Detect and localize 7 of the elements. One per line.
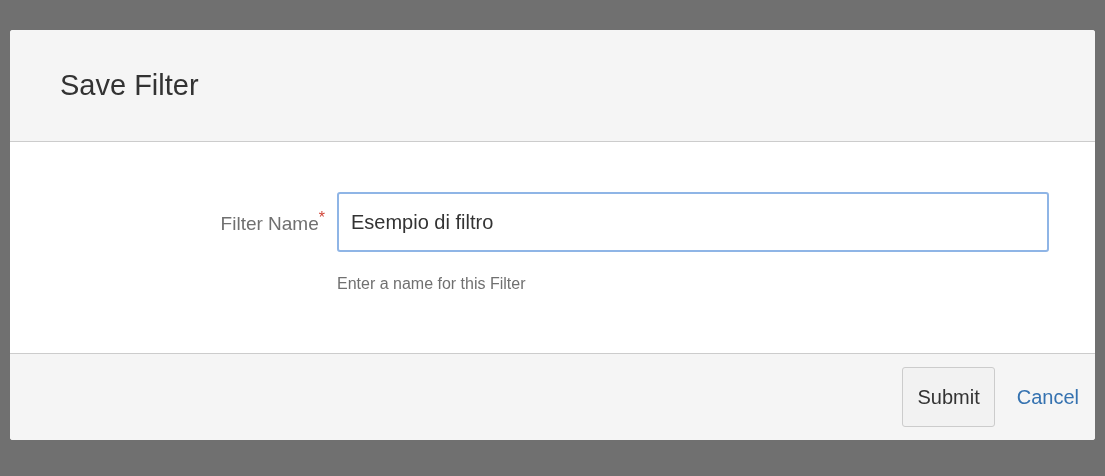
help-text: Enter a name for this Filter (337, 274, 527, 294)
filter-name-field[interactable]: Esempio di filtro (337, 192, 1049, 252)
field-label: Filter Name (220, 212, 319, 236)
cancel-link[interactable]: Cancel (1016, 382, 1079, 412)
dialog-title: Save Filter (60, 67, 199, 103)
submit-button[interactable]: Submit (902, 367, 995, 427)
required-mark: * (318, 208, 325, 228)
